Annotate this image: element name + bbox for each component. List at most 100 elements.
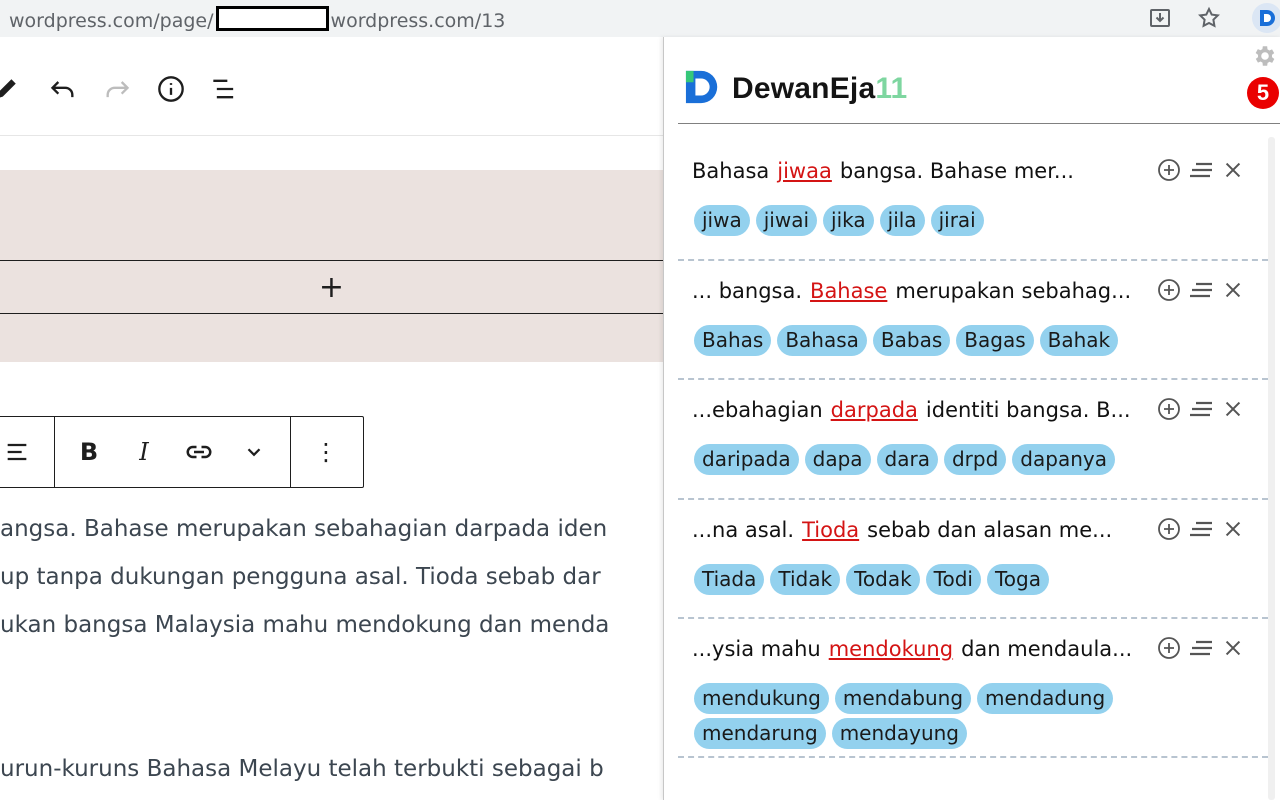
dewaneja-logo-icon (684, 69, 722, 109)
suggestion-chip[interactable]: Babas (872, 325, 951, 356)
lines-menu-icon[interactable] (1188, 277, 1214, 303)
dewaneja-extension-icon[interactable] (1252, 3, 1280, 33)
align-icon[interactable] (0, 432, 37, 472)
suggestion-chip[interactable]: Bagas (956, 325, 1034, 356)
misspelled-word[interactable]: Tioda (802, 518, 859, 542)
add-to-dictionary-icon[interactable] (1156, 277, 1182, 303)
error-context: ... bangsa. Bahase merupakan sebahag... (692, 279, 1131, 303)
card-actions (1156, 516, 1246, 542)
suggestion-chip[interactable]: Bahas (694, 325, 772, 356)
add-to-dictionary-icon[interactable] (1156, 396, 1182, 422)
redo-icon[interactable] (97, 69, 137, 109)
browser-address-bar[interactable]: wordpress.com/page/wordpress.com/13 (0, 0, 1280, 37)
card-actions (1156, 277, 1246, 303)
suggestion-chip[interactable]: jirai (930, 205, 984, 236)
close-icon[interactable] (1220, 157, 1246, 183)
context-after: dan mendaula... (961, 637, 1133, 661)
lines-menu-icon[interactable] (1188, 396, 1214, 422)
more-options-button[interactable]: ⋮ (306, 432, 346, 472)
lines-menu-icon[interactable] (1188, 157, 1214, 183)
suggestion-chip[interactable]: mendabung (834, 683, 972, 714)
misspelled-word[interactable]: mendokung (829, 637, 953, 661)
block-inserter-button[interactable]: + (0, 260, 663, 314)
bookmark-star-icon[interactable] (1196, 5, 1222, 31)
suggestion-chip[interactable]: jika (823, 205, 874, 236)
suggestion-chips: Bahas Bahasa Babas Bagas Bahak (694, 325, 1224, 356)
suggestion-card: ...na asal. Tioda sebab dan alasan me... Ti… (678, 498, 1268, 619)
gear-icon[interactable] (1252, 43, 1278, 69)
suggestion-chip[interactable]: dara (876, 444, 938, 475)
paragraph-line[interactable]: angsa. Bahase merupakan sebahagian darpa… (0, 516, 607, 542)
suggestion-chip[interactable]: jila (879, 205, 925, 236)
context-after: merupakan sebahag... (895, 279, 1132, 303)
error-count-badge: 5 (1247, 77, 1279, 109)
suggestion-chip[interactable]: dapanya (1012, 444, 1115, 475)
suggestion-chip[interactable]: Tidak (770, 564, 841, 595)
paragraph-line[interactable]: ukan bangsa Malaysia mahu mendokung dan … (0, 612, 609, 638)
suggestion-chip[interactable]: jiwai (755, 205, 818, 236)
dewaneja-panel: 5 DewanEja11 Bahasa jiwaa bangsa. Bahase m… (663, 37, 1280, 800)
context-before: ...ysia mahu (692, 637, 821, 661)
lines-menu-icon[interactable] (1188, 635, 1214, 661)
suggestion-card: ...ebahagian darpada identiti bangsa. B...… (678, 378, 1268, 500)
suggestion-chip[interactable]: dapa (804, 444, 871, 475)
toolbar-divider (290, 417, 291, 487)
misspelled-word[interactable]: jiwaa (777, 159, 832, 183)
close-icon[interactable] (1220, 396, 1246, 422)
error-context: ...ysia mahu mendokung dan mendaula... (692, 637, 1132, 661)
install-app-icon[interactable] (1147, 5, 1173, 31)
url-suffix: wordpress.com/13 (330, 10, 506, 32)
placeholder-block: + (0, 170, 663, 362)
list-view-icon[interactable] (205, 69, 245, 109)
suggestion-chip[interactable]: jiwa (694, 205, 750, 236)
paragraph-line[interactable]: urun-kuruns Bahasa Melayu telah terbukti… (0, 756, 604, 782)
suggestion-chip[interactable]: mendukung (694, 683, 829, 714)
add-to-dictionary-icon[interactable] (1156, 157, 1182, 183)
suggestion-chip[interactable]: Bahak (1039, 325, 1119, 356)
pencil-icon[interactable] (0, 69, 26, 109)
suggestion-chip[interactable]: mendadung (977, 683, 1114, 714)
card-actions (1156, 635, 1246, 661)
context-after: identiti bangsa. B... (925, 398, 1131, 422)
context-before: ... bangsa. (692, 279, 803, 303)
toolbar-divider (54, 417, 55, 487)
card-actions (1156, 157, 1246, 183)
misspelled-word[interactable]: darpada (831, 398, 918, 422)
error-context: Bahasa jiwaa bangsa. Bahase mer... (692, 159, 1074, 183)
add-to-dictionary-icon[interactable] (1156, 516, 1182, 542)
undo-icon[interactable] (43, 69, 83, 109)
suggestion-chip[interactable]: Toga (986, 564, 1049, 595)
suggestion-chip[interactable]: Bahasa (777, 325, 867, 356)
italic-button[interactable]: I (124, 432, 164, 472)
close-icon[interactable] (1220, 277, 1246, 303)
context-after: bangsa. Bahase mer... (839, 159, 1074, 183)
misspelled-word[interactable]: Bahase (810, 279, 887, 303)
suggestion-chips: mendukung mendabung mendadung mendarung mend… (694, 683, 1224, 749)
link-icon[interactable] (179, 432, 219, 472)
suggestion-chip[interactable]: Todak (846, 564, 920, 595)
suggestion-chip[interactable]: mendayung (831, 718, 967, 749)
url-redaction (215, 6, 329, 31)
suggestion-chip[interactable]: Todi (925, 564, 981, 595)
suggestion-chips: Tiada Tidak Todak Todi Toga (694, 564, 1224, 595)
suggestion-chip[interactable]: Tiada (694, 564, 765, 595)
url-prefix: wordpress.com/page/ (9, 10, 214, 32)
suggestion-chip[interactable]: mendarung (694, 718, 826, 749)
suggestion-chip[interactable]: daripada (694, 444, 799, 475)
brand-main: DewanEja (732, 72, 876, 105)
suggestion-chip[interactable]: drpd (943, 444, 1007, 475)
add-to-dictionary-icon[interactable] (1156, 635, 1182, 661)
chevron-down-icon[interactable] (234, 432, 274, 472)
scrollbar[interactable] (1268, 137, 1275, 800)
paragraph-line[interactable]: up tanpa dukungan pengguna asal. Tioda s… (0, 564, 601, 590)
close-icon[interactable] (1220, 516, 1246, 542)
suggestion-chips: daripada dapa dara drpd dapanya (694, 444, 1224, 475)
url-field[interactable]: wordpress.com/page/wordpress.com/13 (9, 6, 505, 32)
details-info-icon[interactable] (151, 69, 191, 109)
context-after: sebab dan alasan me... (867, 518, 1113, 542)
lines-menu-icon[interactable] (1188, 516, 1214, 542)
editor-toolbar (0, 44, 663, 136)
bold-button[interactable]: B (69, 432, 109, 472)
close-icon[interactable] (1220, 635, 1246, 661)
plus-icon: + (318, 269, 345, 305)
